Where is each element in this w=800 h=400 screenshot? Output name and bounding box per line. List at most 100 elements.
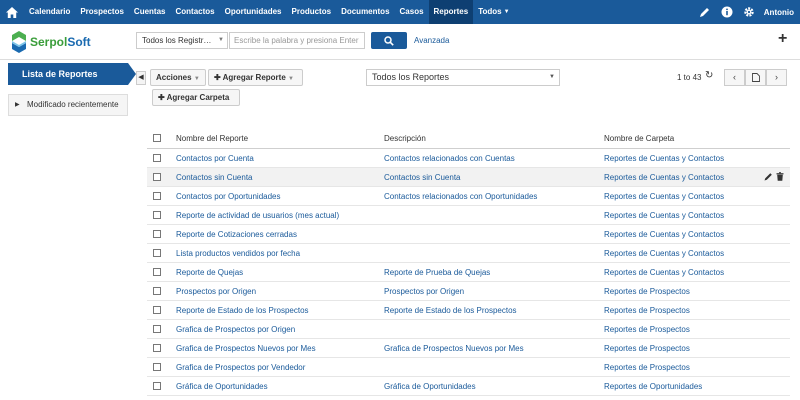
report-folder-link[interactable]: Reportes de Cuentas y Contactos bbox=[604, 225, 764, 244]
report-folder-link[interactable]: Reportes de Cuentas y Contactos bbox=[604, 149, 764, 168]
row-checkbox[interactable] bbox=[153, 249, 161, 257]
row-checkbox[interactable] bbox=[153, 268, 161, 276]
report-description[interactable]: Reporte de Estado de los Prospectos bbox=[384, 301, 599, 320]
sidebar-title[interactable]: Lista de Reportes bbox=[8, 63, 136, 85]
nav-item-casos[interactable]: Casos bbox=[395, 0, 429, 24]
report-folder-link[interactable]: Reportes de Oportunidades bbox=[604, 377, 764, 396]
report-description[interactable]: Gráfica de Oportunidades bbox=[384, 377, 599, 396]
sidebar-recent-toggle[interactable]: ▶ Modificado recientemente bbox=[8, 94, 128, 116]
table-row[interactable]: Contactos sin Cuenta Contactos sin Cuenta… bbox=[147, 168, 790, 187]
quick-create-plus-icon[interactable]: + bbox=[778, 30, 787, 48]
table-row[interactable]: Grafica de Prospectos por Vendedor Report… bbox=[147, 358, 790, 377]
nav-item-oportunidades[interactable]: Oportunidades bbox=[220, 0, 287, 24]
table-row[interactable]: Reporte de Estado de los Prospectos Repor… bbox=[147, 301, 790, 320]
row-checkbox[interactable] bbox=[153, 287, 161, 295]
table-row[interactable]: Gráfica de Oportunidades Gráfica de Oport… bbox=[147, 377, 790, 396]
next-page-button[interactable]: › bbox=[766, 69, 787, 86]
report-description[interactable]: Contactos relacionados con Oportunidades bbox=[384, 187, 599, 206]
advanced-search-link[interactable]: Avanzada bbox=[414, 36, 449, 45]
home-icon[interactable] bbox=[0, 0, 24, 24]
table-header: Nombre del Reporte Descripción Nombre de… bbox=[147, 128, 790, 149]
report-name-link[interactable]: Contactos sin Cuenta bbox=[176, 168, 376, 187]
edit-icon[interactable] bbox=[764, 172, 773, 181]
row-checkbox[interactable] bbox=[153, 192, 161, 200]
report-folder-link[interactable]: Reportes de Prospectos bbox=[604, 339, 764, 358]
report-description[interactable]: Contactos sin Cuenta bbox=[384, 168, 599, 187]
brand-logo[interactable]: SerpolSoft bbox=[10, 28, 91, 56]
nav-item-prospectos[interactable]: Prospectos bbox=[75, 0, 129, 24]
actions-button[interactable]: Acciones ▼ bbox=[150, 69, 206, 86]
report-description[interactable]: Reporte de Prueba de Quejas bbox=[384, 263, 599, 282]
table-row[interactable]: Reporte de actividad de usuarios (mes ac… bbox=[147, 206, 790, 225]
table-row[interactable]: Grafica de Prospectos por Origen Reportes… bbox=[147, 320, 790, 339]
delete-icon[interactable] bbox=[776, 172, 784, 181]
report-name-link[interactable]: Prospectos por Origen bbox=[176, 282, 376, 301]
add-report-button[interactable]: ✚ Agregar Reporte ▼ bbox=[208, 69, 303, 86]
user-menu[interactable]: Antonio bbox=[760, 8, 800, 17]
table-row[interactable]: Contactos por Cuenta Contactos relacionad… bbox=[147, 149, 790, 168]
nav-item-documentos[interactable]: Documentos bbox=[336, 0, 394, 24]
table-row[interactable]: Reporte de Cotizaciones cerradas Reportes… bbox=[147, 225, 790, 244]
report-folder-link[interactable]: Reportes de Cuentas y Contactos bbox=[604, 206, 764, 225]
row-checkbox[interactable] bbox=[153, 306, 161, 314]
column-header-folder[interactable]: Nombre de Carpeta bbox=[604, 128, 764, 149]
report-folder-link[interactable]: Reportes de Cuentas y Contactos bbox=[604, 187, 764, 206]
report-name-link[interactable]: Reporte de Cotizaciones cerradas bbox=[176, 225, 376, 244]
row-checkbox[interactable] bbox=[153, 211, 161, 219]
export-icon[interactable] bbox=[745, 69, 766, 86]
row-checkbox[interactable] bbox=[153, 230, 161, 238]
row-checkbox[interactable] bbox=[153, 154, 161, 162]
report-name-link[interactable]: Grafica de Prospectos Nuevos por Mes bbox=[176, 339, 376, 358]
table-row[interactable]: Prospectos por Origen Prospectos por Orig… bbox=[147, 282, 790, 301]
search-input[interactable] bbox=[229, 32, 365, 49]
nav-item-cuentas[interactable]: Cuentas bbox=[129, 0, 171, 24]
table-row[interactable]: Contactos por Oportunidades Contactos rel… bbox=[147, 187, 790, 206]
search-button[interactable] bbox=[371, 32, 407, 49]
select-all-checkbox[interactable] bbox=[153, 134, 161, 142]
report-name-link[interactable]: Gráfica de Oportunidades bbox=[176, 377, 376, 396]
report-folder-link[interactable]: Reportes de Prospectos bbox=[604, 282, 764, 301]
row-checkbox[interactable] bbox=[153, 382, 161, 390]
report-name-link[interactable]: Grafica de Prospectos por Origen bbox=[176, 320, 376, 339]
report-name-link[interactable]: Lista productos vendidos por fecha bbox=[176, 244, 376, 263]
pencil-icon[interactable] bbox=[694, 0, 716, 24]
report-name-link[interactable]: Contactos por Cuenta bbox=[176, 149, 376, 168]
table-row[interactable]: Reporte de Quejas Reporte de Prueba de Qu… bbox=[147, 263, 790, 282]
nav-item-contactos[interactable]: Contactos bbox=[170, 0, 219, 24]
report-folder-link[interactable]: Reportes de Prospectos bbox=[604, 358, 764, 377]
report-folder-link[interactable]: Reportes de Cuentas y Contactos bbox=[604, 263, 764, 282]
report-description[interactable]: Contactos relacionados con Cuentas bbox=[384, 149, 599, 168]
report-folder-link[interactable]: Reportes de Prospectos bbox=[604, 301, 764, 320]
nav-item-productos[interactable]: Productos bbox=[287, 0, 337, 24]
refresh-icon[interactable]: ↻ bbox=[705, 70, 713, 81]
report-name-link[interactable]: Contactos por Oportunidades bbox=[176, 187, 376, 206]
row-checkbox[interactable] bbox=[153, 363, 161, 371]
nav-item-reportes[interactable]: Reportes bbox=[428, 0, 474, 24]
add-folder-button[interactable]: ✚ Agregar Carpeta bbox=[152, 89, 240, 106]
row-checkbox[interactable] bbox=[153, 173, 161, 181]
table-row[interactable]: Grafica de Prospectos Nuevos por Mes Graf… bbox=[147, 339, 790, 358]
report-filter-select[interactable]: Todos los Reportes ▼ bbox=[366, 69, 560, 86]
report-name-link[interactable]: Reporte de Quejas bbox=[176, 263, 376, 282]
report-folder-link[interactable]: Reportes de Cuentas y Contactos bbox=[604, 244, 764, 263]
nav-item-calendario[interactable]: Calendario bbox=[24, 0, 75, 24]
report-name-link[interactable]: Reporte de actividad de usuarios (mes ac… bbox=[176, 206, 376, 225]
row-checkbox[interactable] bbox=[153, 344, 161, 352]
report-description[interactable]: Grafica de Prospectos Nuevos por Mes bbox=[384, 339, 599, 358]
row-checkbox[interactable] bbox=[153, 325, 161, 333]
column-header-description[interactable]: Descripción bbox=[384, 128, 599, 149]
previous-page-button[interactable]: ‹ bbox=[724, 69, 745, 86]
table-row[interactable]: Lista productos vendidos por fecha Report… bbox=[147, 244, 790, 263]
gear-icon[interactable] bbox=[738, 0, 760, 24]
report-name-link[interactable]: Grafica de Prospectos por Vendedor bbox=[176, 358, 376, 377]
nav-item-todos[interactable]: Todos bbox=[473, 0, 506, 24]
report-folder-link[interactable]: Reportes de Cuentas y Contactos bbox=[604, 168, 764, 187]
collapse-sidebar-icon[interactable]: ◀ bbox=[136, 71, 146, 85]
report-folder-link[interactable]: Reportes de Prospectos bbox=[604, 320, 764, 339]
search-scope-select[interactable]: Todos los Registr… ▼ bbox=[136, 32, 228, 49]
top-nav: Calendario Prospectos Cuentas Contactos Opor… bbox=[0, 0, 800, 24]
column-header-name[interactable]: Nombre del Reporte bbox=[176, 128, 376, 149]
report-description[interactable]: Prospectos por Origen bbox=[384, 282, 599, 301]
info-icon[interactable] bbox=[716, 0, 738, 24]
report-name-link[interactable]: Reporte de Estado de los Prospectos bbox=[176, 301, 376, 320]
